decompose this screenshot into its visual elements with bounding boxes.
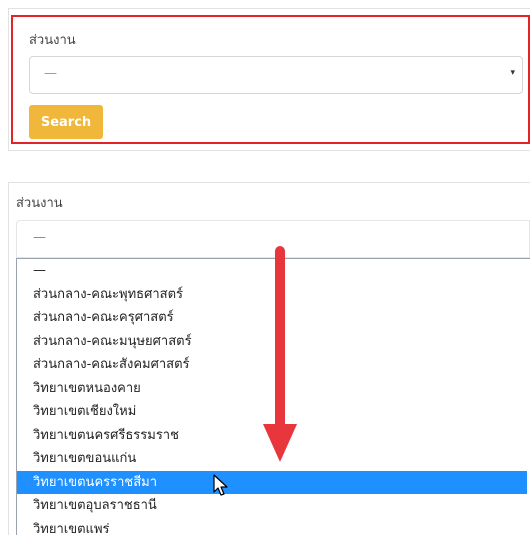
department-select-value-expanded: — <box>33 230 46 245</box>
department-label-expanded: ส่วนงาน <box>16 196 63 211</box>
search-button[interactable]: Search <box>29 105 103 139</box>
chevron-down-icon: ▾ <box>510 68 515 78</box>
dropdown-option-selected[interactable]: วิทยาเขตนครราชสีมา <box>17 470 527 494</box>
dropdown-option[interactable]: วิทยาเขตอุบลราชธานี <box>17 494 527 517</box>
department-select-value: — <box>44 66 57 81</box>
down-arrow-icon <box>263 246 297 462</box>
department-select[interactable]: — ▾ <box>29 56 523 94</box>
mouse-cursor-icon <box>213 474 228 496</box>
dropdown-option[interactable]: วิทยาเขตแพร่ <box>17 518 527 535</box>
department-label: ส่วนงาน <box>29 33 76 48</box>
